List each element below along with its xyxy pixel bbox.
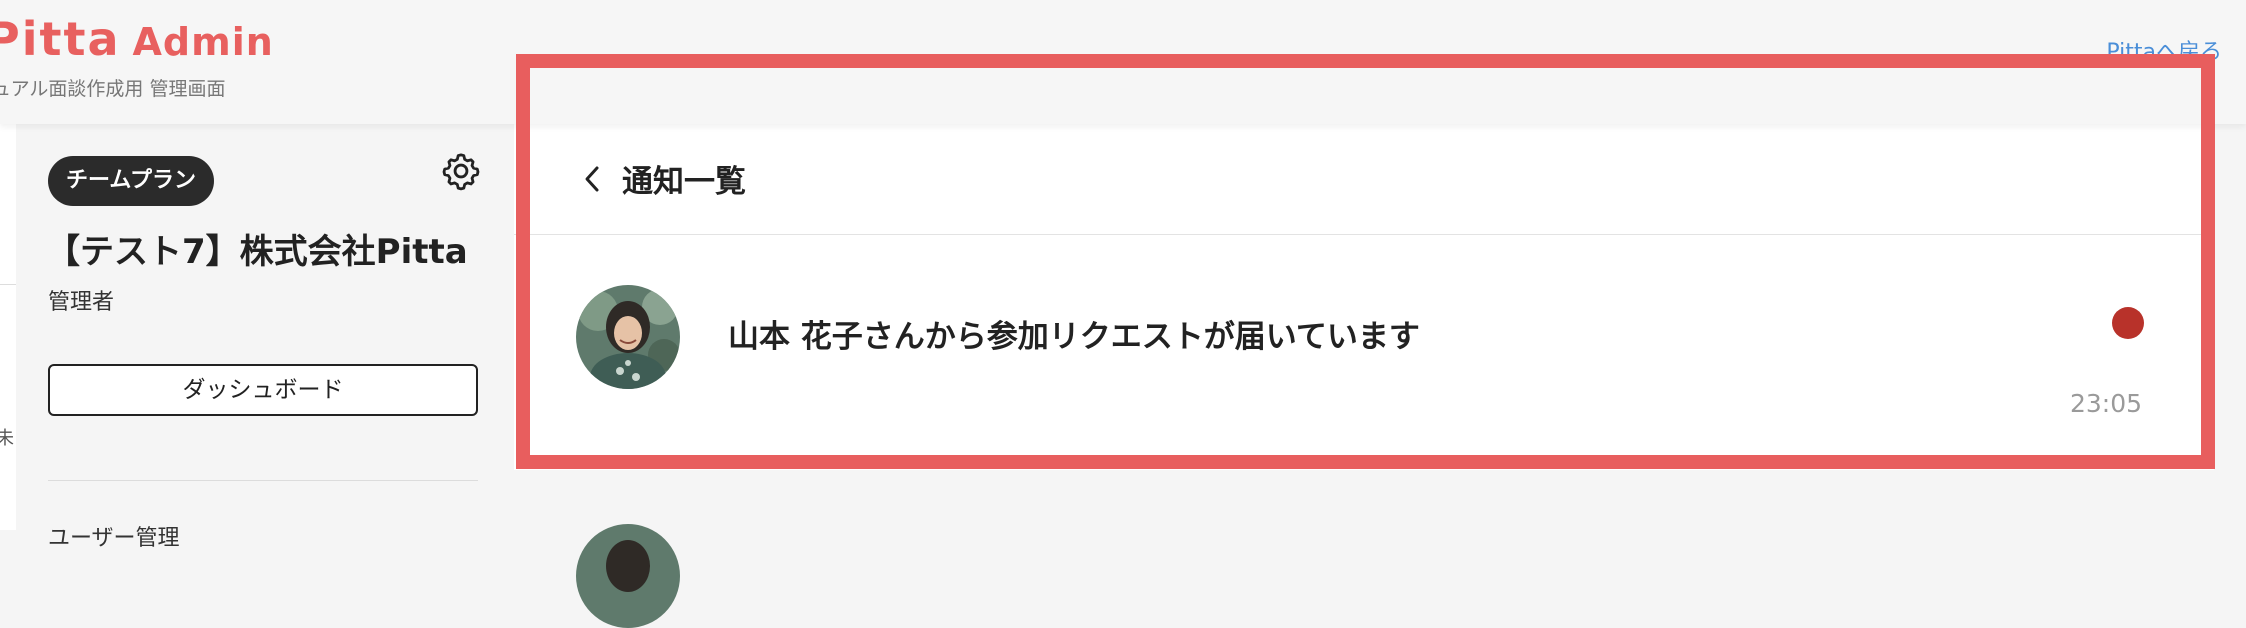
sidebar: チームプラン 【テスト7】株式会社Pitta 管理者 ダッシュボード ユーザー管… [16, 124, 514, 551]
notification-message: 山本 花子さんから参加リクエストが届いています [728, 319, 1420, 355]
chevron-left-icon[interactable] [580, 164, 604, 194]
page-title: 通知一覧 [622, 164, 746, 200]
notification-time: 23:05 [2070, 389, 2143, 418]
sidebar-divider [48, 480, 478, 481]
gear-icon[interactable] [440, 150, 482, 192]
logo-admin-label: Admin [132, 20, 274, 64]
logo-brand: Pitta [0, 12, 121, 66]
app-subtitle: ュアル面談作成用 管理画面 [0, 78, 226, 100]
card-header: 通知一覧 [514, 124, 2214, 235]
app-header: Pitta Admin ュアル面談作成用 管理画面 Pittaへ戻る [0, 0, 2246, 124]
app-logo[interactable]: Pitta Admin [0, 12, 274, 66]
dashboard-button[interactable]: ダッシュボード [48, 364, 478, 416]
left-edge-fragment: 未 [0, 428, 14, 449]
notification-item[interactable]: 山本 花子さんから参加リクエストが届いています 23:05 [514, 235, 2214, 470]
organization-name: 【テスト7】株式会社Pitta [46, 232, 468, 272]
user-role: 管理者 [48, 290, 115, 315]
sidebar-item-partial[interactable]: ユーザー管理 [48, 520, 180, 552]
next-notification-avatar [576, 524, 680, 628]
left-edge-divider [0, 284, 16, 285]
left-edge-panel: 未 [0, 124, 17, 530]
back-to-pitta-link[interactable]: Pittaへ戻る [2106, 34, 2222, 66]
unread-indicator [2112, 307, 2144, 339]
main-content: 通知一覧 山本 花子さんから参加リクエストが届いています 23:05 [514, 124, 2246, 628]
notification-card: 通知一覧 山本 花子さんから参加リクエストが届いています 23:05 [514, 124, 2214, 470]
user-avatar [576, 285, 680, 389]
plan-badge: チームプラン [48, 156, 215, 206]
